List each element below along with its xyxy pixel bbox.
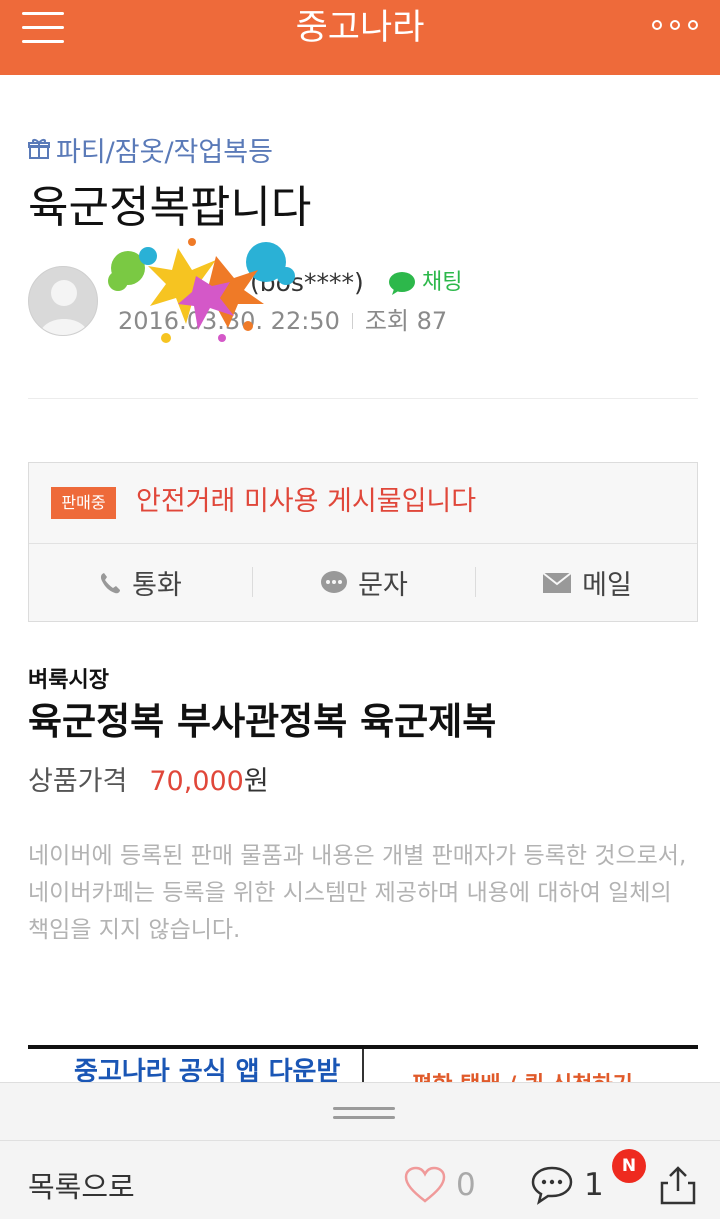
sms-label: 문자	[358, 570, 408, 601]
drawer-handle[interactable]	[333, 1107, 395, 1119]
view-count: 조회 87	[364, 307, 448, 335]
paint-splash-redaction	[108, 238, 295, 343]
legal-disclaimer: 네이버에 등록된 판매 물품과 내용은 개별 판매자가 등록한 것으로서, 네이…	[28, 843, 687, 943]
price-value: 70,000	[149, 766, 244, 797]
sms-button[interactable]: 문자	[253, 543, 475, 622]
section-divider	[28, 398, 698, 399]
sms-bubble-icon	[321, 570, 348, 593]
trade-status-row: 판매중 안전거래 미사용 게시물입니다	[29, 463, 697, 544]
gift-icon	[28, 139, 50, 159]
back-to-list-button[interactable]: 목록으로	[28, 1165, 135, 1209]
like-button[interactable]: 0	[404, 1163, 476, 1207]
call-label: 통화	[132, 570, 182, 601]
price-unit: 원	[243, 766, 269, 797]
meta-separator	[351, 313, 353, 329]
heart-icon	[404, 1166, 446, 1203]
app-header: 중고나라	[0, 0, 720, 75]
trade-info-box: 판매중 안전거래 미사용 게시물입니다 통화 문자 메일	[28, 462, 698, 622]
category-label: 파티/잠옷/작업복등	[56, 136, 273, 168]
price-row: 상품가격 70,000원	[28, 760, 269, 804]
mail-label: 메일	[582, 570, 632, 601]
comment-button[interactable]: 1	[530, 1163, 604, 1207]
mail-envelope-icon	[542, 571, 572, 593]
comment-bubble-icon	[531, 1166, 573, 1205]
price-label: 상품가격	[28, 766, 128, 797]
chat-label: 채팅	[422, 270, 463, 295]
chat-button[interactable]: 채팅	[388, 266, 462, 300]
product-title: 육군정복 부사관정복 육군제복	[28, 700, 497, 743]
new-comment-badge: N	[612, 1149, 646, 1183]
app-title: 중고나라	[295, 8, 425, 48]
bottom-action-bar: 목록으로 0 1 N	[0, 1082, 720, 1219]
post-category[interactable]: 파티/잠옷/작업복등	[28, 131, 273, 168]
shop-name: 벼룩시장	[28, 668, 109, 693]
bar-divider	[0, 1140, 720, 1141]
comment-count: 1	[584, 1167, 604, 1203]
like-count: 0	[456, 1167, 476, 1203]
chat-bubble-icon	[389, 272, 415, 295]
share-icon[interactable]	[658, 1165, 698, 1205]
call-button[interactable]: 통화	[29, 543, 251, 622]
phone-icon	[101, 572, 121, 593]
safe-trade-notice: 안전거래 미사용 게시물입니다	[136, 486, 477, 517]
more-options-icon[interactable]	[652, 19, 702, 35]
sale-status-badge: 판매중	[51, 487, 116, 519]
mail-button[interactable]: 메일	[476, 543, 698, 622]
